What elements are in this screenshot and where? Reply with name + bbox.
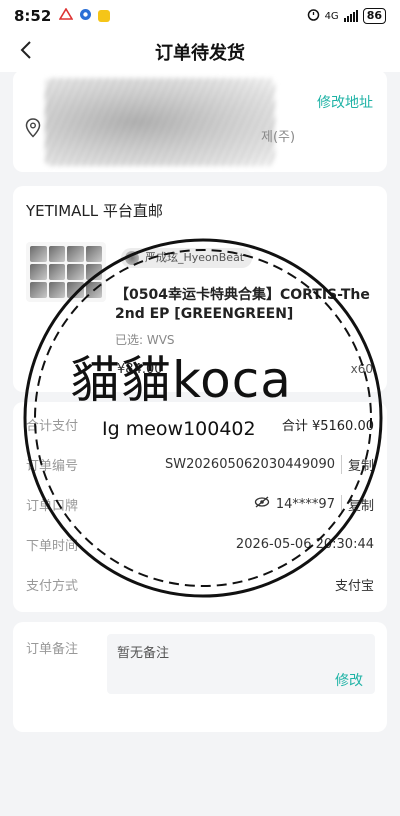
order-code-value: 14****97 xyxy=(275,496,335,512)
status-right: 4G 86 xyxy=(307,8,386,24)
note-placeholder: 暂无备注 xyxy=(117,646,170,661)
copy-order-code-button[interactable]: 复制 xyxy=(340,494,374,514)
order-number-label: 订单编号 xyxy=(26,458,79,474)
order-code-row: 订单口牌 14****97 复制 xyxy=(26,494,374,514)
order-time-row: 下单时间 2026-05-06 20:30:44 xyxy=(26,534,374,554)
page-title: 订单待发货 xyxy=(155,43,245,64)
seller-badge[interactable]: 严成玹_HyeonBeat xyxy=(121,248,253,268)
pay-method-label: 支付方式 xyxy=(26,578,79,594)
network-type: 4G xyxy=(324,10,339,22)
eye-hidden-icon[interactable] xyxy=(254,496,270,512)
product-title[interactable]: 【0504幸运卡特典合集】CORTIS-The 2nd EP [GREENGRE… xyxy=(115,286,381,324)
order-number-row: 订单编号 SW202605062030449090 复制 xyxy=(26,454,374,474)
order-detail-card: 合计支付 合计 ¥5160.00 订单编号 SW2026050620304490… xyxy=(13,402,387,612)
back-button[interactable] xyxy=(12,38,40,66)
order-number-value: SW202605062030449090 xyxy=(165,456,335,472)
total-label: 合计支付 xyxy=(26,418,79,434)
message-app-icon xyxy=(98,10,111,22)
product-quantity: x60 xyxy=(350,362,373,376)
product-thumbnail[interactable] xyxy=(26,242,106,302)
alarm-icon xyxy=(307,8,320,24)
order-note-card: 订单备注 暂无备注 修改 xyxy=(13,622,387,732)
battery-level: 86 xyxy=(362,8,386,24)
pay-method-row: 支付方式 支付宝 xyxy=(26,574,374,594)
total-value: 合计 ¥5160.00 xyxy=(281,418,374,434)
address-card: 제(주) 修改地址 xyxy=(13,70,387,172)
avatar xyxy=(125,251,139,265)
chevron-left-icon xyxy=(19,40,33,64)
status-time: 8:52 xyxy=(14,7,52,25)
nav-bar: 订单待发货 xyxy=(0,32,400,72)
total-row: 合计支付 合计 ¥5160.00 xyxy=(26,414,374,434)
product-spec: 已选: WVS xyxy=(115,333,175,347)
order-time-value: 2026-05-06 20:30:44 xyxy=(235,536,374,552)
order-code-label: 订单口牌 xyxy=(26,498,79,514)
shop-name: YETIMALL 平台直邮 xyxy=(26,202,163,220)
product-price: ¥84.00 xyxy=(117,362,163,377)
alert-icon xyxy=(58,7,74,24)
location-pin-icon xyxy=(25,118,41,142)
edit-note-button[interactable]: 修改 xyxy=(335,670,363,690)
address-suffix: 제(주) xyxy=(261,130,296,145)
address-redacted xyxy=(45,78,275,166)
order-card: YETIMALL 平台直邮 严成玹_HyeonBeat 【0504幸运卡特典合集… xyxy=(13,186,387,392)
app-notification-icon xyxy=(79,8,92,25)
copy-order-number-button[interactable]: 复制 xyxy=(340,454,374,474)
note-label: 订单备注 xyxy=(26,642,79,657)
status-bar: 8:52 4G 86 xyxy=(0,0,400,32)
pay-method-value: 支付宝 xyxy=(334,578,374,594)
notification-icons xyxy=(58,7,111,25)
seller-name: 严成玹_HyeonBeat xyxy=(145,251,245,264)
edit-address-button[interactable]: 修改地址 xyxy=(317,92,373,112)
order-time-label: 下单时间 xyxy=(26,538,79,554)
signal-icon xyxy=(343,10,358,22)
